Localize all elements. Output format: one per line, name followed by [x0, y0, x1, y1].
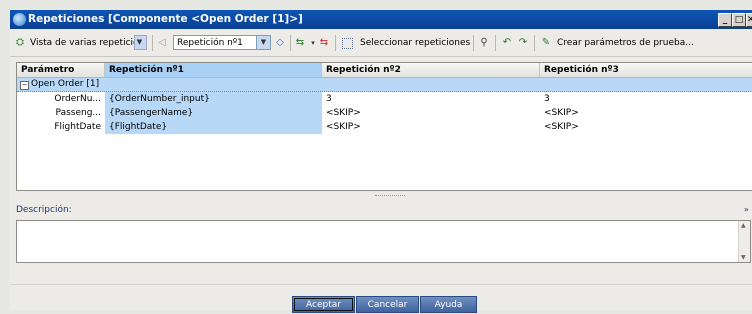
description-label: Descripción: [16, 205, 72, 215]
select-iterations-icon[interactable] [342, 38, 353, 49]
pane-splitter[interactable] [10, 193, 752, 199]
previous-iteration-icon[interactable]: ◁ [156, 37, 168, 49]
next-iteration-icon[interactable]: ◇ [274, 37, 286, 49]
cancel-button[interactable]: Cancelar [356, 296, 419, 313]
iteration-combo[interactable]: Repetición nº1 ▼ [173, 35, 271, 50]
param-cell: FlightDate [54, 122, 101, 132]
view-mode-dropdown[interactable]: ▼ [134, 35, 147, 50]
description-scrollbar[interactable]: ▲ ▼ [738, 221, 750, 262]
column-header-iteration-3[interactable]: Repetición nº3 [540, 63, 752, 78]
toolbar-separator [290, 35, 291, 51]
app-icon [13, 13, 26, 26]
group-label: Open Order [1] [31, 79, 100, 89]
view-mode-label[interactable]: Vista de varias repeticio [30, 30, 139, 56]
iteration-2-cell[interactable]: 3 [322, 92, 540, 106]
iteration-3-cell[interactable]: <SKIP> [540, 120, 752, 134]
title-bar[interactable]: Repeticiones [Componente <Open Order [1]… [10, 10, 752, 29]
move-right-icon[interactable]: ↷ [517, 37, 529, 49]
toolbar-separator [495, 35, 496, 51]
column-header-parameter[interactable]: Parámetro [17, 63, 105, 78]
iteration-1-cell[interactable]: {FlightDate} [105, 120, 322, 134]
delete-iteration-icon[interactable]: ⇆ [318, 37, 330, 49]
minimize-button[interactable]: _ [718, 13, 732, 27]
toolbar-separator [152, 35, 153, 51]
search-icon[interactable]: ⚲ [478, 37, 490, 49]
accept-button[interactable]: Aceptar [292, 296, 355, 313]
add-iteration-icon[interactable]: ⇆ [294, 37, 306, 49]
description-field[interactable]: ▲ ▼ [16, 220, 751, 263]
iteration-2-cell[interactable]: <SKIP> [322, 120, 540, 134]
iterations-grid: Parámetro Repetición nº1 Repetición nº2 … [16, 62, 752, 191]
iteration-3-cell[interactable]: <SKIP> [540, 106, 752, 120]
chevron-down-icon[interactable]: ▼ [256, 36, 270, 49]
iteration-1-cell[interactable]: {OrderNumber_input} [105, 92, 322, 106]
help-button[interactable]: Ayuda [420, 296, 477, 313]
select-iterations-button[interactable]: Seleccionar repeticiones [360, 30, 470, 56]
iteration-1-cell[interactable]: {PassengerName} [105, 106, 322, 120]
maximize-button[interactable]: □ [732, 13, 746, 27]
iteration-2-cell[interactable]: <SKIP> [322, 106, 540, 120]
multi-view-icon: ⛭ [16, 37, 24, 48]
close-button[interactable]: ✕ [746, 13, 752, 27]
toolbar-separator [335, 35, 336, 51]
iteration-3-cell[interactable]: 3 [540, 92, 752, 106]
toolbar: ⛭ Vista de varias repeticio ▼ ◁ Repetici… [10, 30, 752, 57]
scroll-down-icon[interactable]: ▼ [741, 254, 746, 261]
footer-divider [10, 284, 752, 285]
scroll-up-icon[interactable]: ▲ [741, 222, 746, 229]
create-parameters-icon: ✎ [541, 37, 551, 48]
param-cell: Passeng... [55, 108, 101, 118]
column-header-iteration-1[interactable]: Repetición nº1 [105, 63, 322, 78]
move-left-icon[interactable]: ↶ [501, 37, 513, 49]
toolbar-separator [534, 35, 535, 51]
group-row[interactable]: − Open Order [1] [17, 78, 752, 92]
create-test-parameters-button[interactable]: Crear parámetros de prueba... [557, 30, 694, 56]
window-title: Repeticiones [Componente <Open Order [1]… [28, 13, 303, 25]
expand-chevron-icon[interactable]: » [744, 205, 749, 214]
repetitions-window: Repeticiones [Componente <Open Order [1]… [10, 10, 752, 313]
splitter-grip [375, 195, 405, 197]
param-cell: OrderNu... [54, 94, 101, 104]
collapse-icon[interactable]: − [20, 81, 29, 90]
chevron-down-icon: ▼ [135, 36, 146, 49]
iteration-combo-value: Repetición nº1 [177, 38, 243, 48]
column-header-iteration-2[interactable]: Repetición nº2 [322, 63, 540, 78]
toolbar-separator [473, 35, 474, 51]
